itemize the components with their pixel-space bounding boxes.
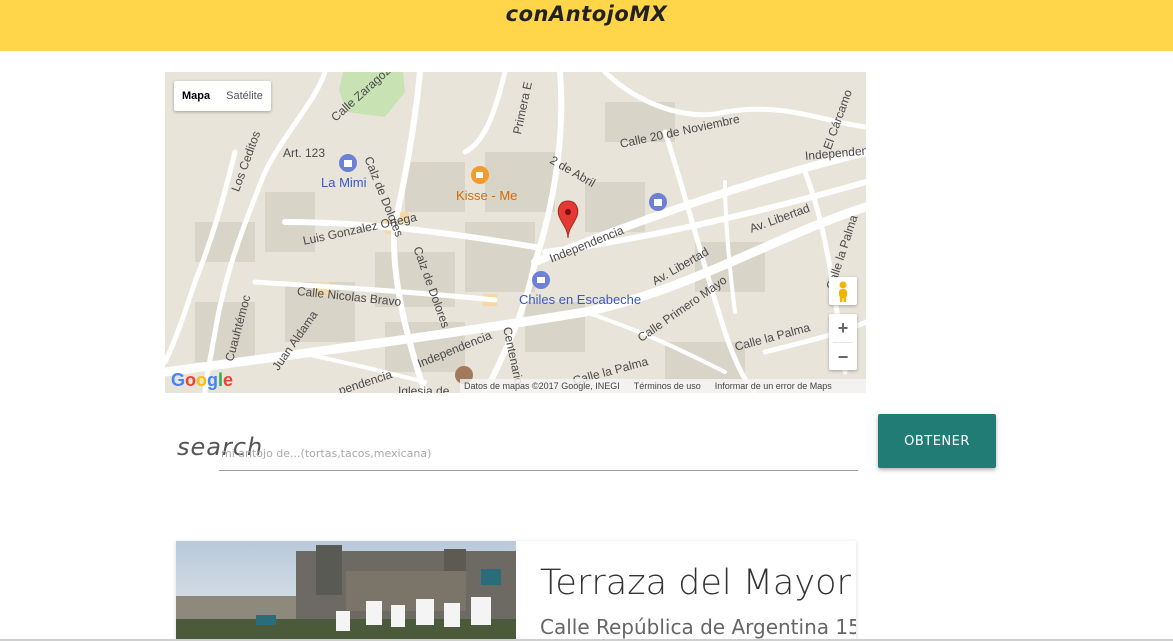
zoom-in-button[interactable]: +	[829, 314, 857, 342]
brand-title: conAntojoMX	[505, 2, 668, 26]
obtener-button[interactable]: OBTENER	[878, 414, 996, 468]
map-attribution: Datos de mapas ©2017 Google, INEGI Térmi…	[460, 379, 866, 393]
poi-label[interactable]: Kisse - Me	[456, 188, 517, 203]
restaurant-name[interactable]: Terraza del Mayor	[540, 563, 851, 603]
zoom-out-button[interactable]: −	[829, 343, 857, 371]
map-type-satellite-button[interactable]: Satélite	[218, 81, 271, 111]
restaurant-photo	[176, 541, 516, 641]
map-data-credit: Datos de mapas ©2017 Google, INEGI	[464, 381, 620, 391]
report-error-link[interactable]: Informar de un error de Maps	[715, 379, 832, 393]
poi-label[interactable]: La Mimi	[321, 175, 367, 190]
top-bar: conAntojoMX	[0, 0, 1173, 51]
terms-link[interactable]: Términos de uso	[634, 379, 701, 393]
street-view-pegman-button[interactable]	[829, 277, 857, 305]
pegman-icon	[839, 281, 847, 302]
map-widget[interactable]: Mapa Satélite La Mimi Kisse - Me Chiles …	[165, 72, 866, 393]
search-input[interactable]	[219, 436, 858, 471]
street-label: Art. 123	[283, 146, 326, 160]
map-type-map-button[interactable]: Mapa	[174, 81, 218, 111]
street-label: Iglesia de	[398, 384, 450, 393]
poi-label[interactable]: Chiles en Escabeche	[519, 292, 641, 307]
zoom-control[interactable]: + −	[829, 314, 857, 370]
map-type-control[interactable]: Mapa Satélite	[174, 81, 271, 111]
google-logo[interactable]: Google	[171, 370, 233, 391]
result-card[interactable]: Terraza del Mayor Calle República de Arg…	[176, 541, 856, 641]
restaurant-address: Calle República de Argentina 15	[540, 615, 856, 639]
